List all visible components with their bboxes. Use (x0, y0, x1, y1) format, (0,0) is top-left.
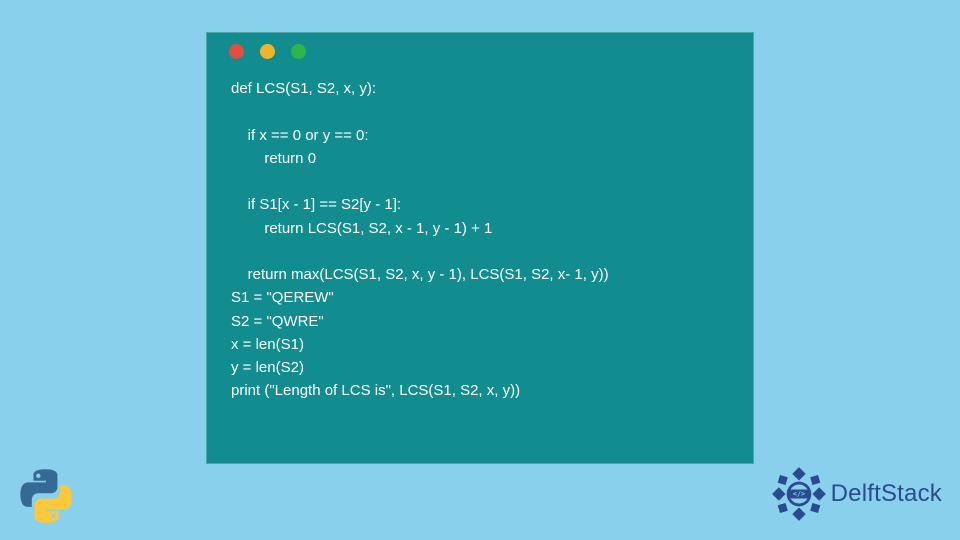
delftstack-label: DelftStack (831, 480, 942, 508)
delftstack-brand: </> DelftStack (771, 466, 942, 522)
svg-text:</>: </> (793, 490, 805, 498)
close-dot-icon (229, 44, 244, 59)
code-window: def LCS(S1, S2, x, y): if x == 0 or y ==… (206, 32, 754, 464)
minimize-dot-icon (260, 44, 275, 59)
delftstack-badge-icon: </> (771, 466, 827, 522)
maximize-dot-icon (291, 44, 306, 59)
window-titlebar (207, 33, 753, 69)
code-block: def LCS(S1, S2, x, y): if x == 0 or y ==… (207, 69, 753, 403)
python-logo-icon (16, 466, 76, 526)
